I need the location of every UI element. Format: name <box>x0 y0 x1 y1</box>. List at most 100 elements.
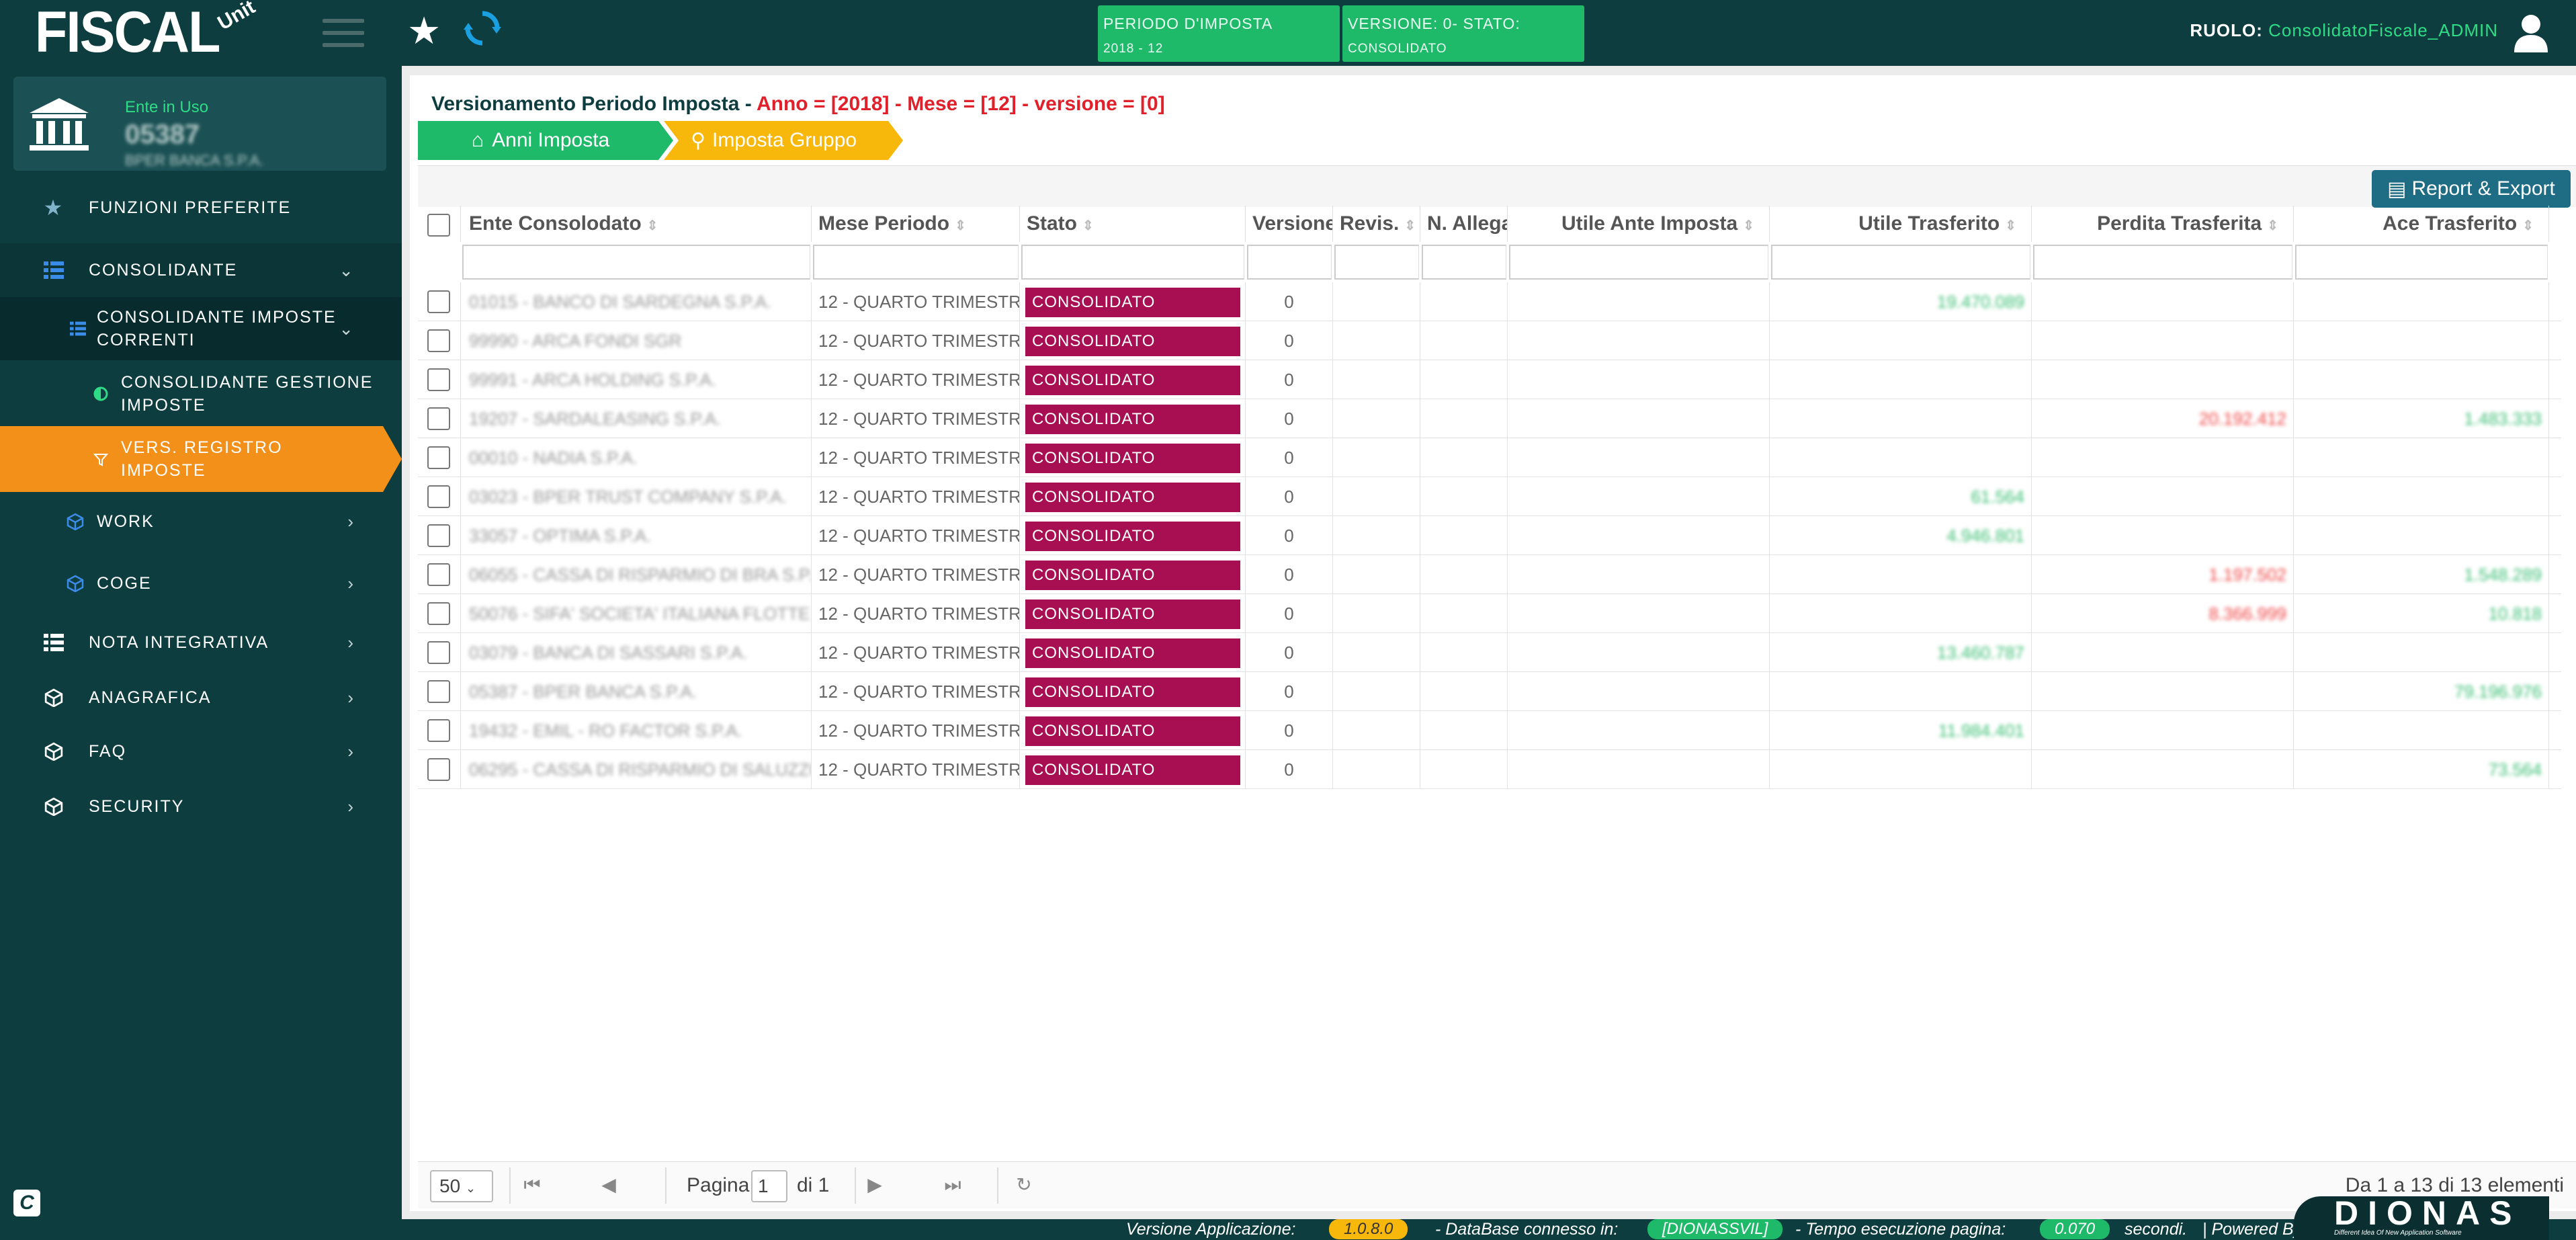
breadcrumb-label: Anni Imposta <box>492 129 610 151</box>
sidebar-item-vers-registro-imposte[interactable]: VERS. REGISTRO IMPOSTE <box>0 426 402 492</box>
row-checkbox[interactable] <box>427 719 450 742</box>
app-logo[interactable]: FISCAL Unit <box>35 0 259 63</box>
cube-icon <box>42 686 66 710</box>
sidebar-item-work[interactable]: WORK › <box>0 500 402 543</box>
table-row[interactable]: 19432 - EMIL - RO FACTOR S.P.A. 12 - QUAR… <box>418 711 2561 750</box>
last-page-icon[interactable]: ⏭ <box>939 1171 966 1198</box>
cell-perdita-trasferita <box>2032 360 2294 399</box>
table-row[interactable]: 03079 - BANCA DI SASSARI S.P.A. 12 - QUAR… <box>418 633 2561 672</box>
first-page-icon[interactable]: ⏮ <box>519 1171 546 1198</box>
filter-input[interactable] <box>1247 245 1332 280</box>
row-checkbox[interactable] <box>427 368 450 391</box>
refresh-icon[interactable] <box>462 8 503 48</box>
cell-utile-trasferito <box>1770 594 2032 633</box>
row-checkbox[interactable] <box>427 485 450 508</box>
table-row[interactable]: 99991 - ARCA HOLDING S.P.A. 12 - QUARTO T… <box>418 360 2561 399</box>
cell-versione: 0 <box>1246 516 1333 555</box>
row-checkbox[interactable] <box>427 524 450 547</box>
favorite-star-icon[interactable]: ★ <box>407 11 447 51</box>
filter-input[interactable] <box>1771 245 2030 280</box>
table-row[interactable]: 06295 - CASSA DI RISPARMIO DI SALUZZO 12 … <box>418 750 2561 789</box>
table-row[interactable]: 00010 - NADIA S.P.A. 12 - QUARTO TRIMESTR… <box>418 438 2561 477</box>
column-header[interactable]: Mese Periodo ⇕ <box>812 206 1020 242</box>
table-row[interactable]: 01015 - BANCO DI SARDEGNA S.P.A. 12 - QUA… <box>418 282 2561 321</box>
sidebar-item-nota-integrativa[interactable]: NOTA INTEGRATIVA › <box>0 621 402 664</box>
filter-input[interactable] <box>813 245 1019 280</box>
cell-ente: 03079 - BANCA DI SASSARI S.P.A. <box>462 633 812 672</box>
sidebar-item-anagrafica[interactable]: ANAGRAFICA › <box>0 676 402 719</box>
table-row[interactable]: 03023 - BPER TRUST COMPANY S.P.A. 12 - QU… <box>418 477 2561 516</box>
next-page-icon[interactable]: ▶ <box>861 1171 888 1198</box>
cell-utile-trasferito: 4.946.801 <box>1770 516 2032 555</box>
filter-input[interactable] <box>1509 245 1768 280</box>
row-checkbox[interactable] <box>427 641 450 664</box>
breadcrumb-imposta-gruppo[interactable]: ⚲ Imposta Gruppo <box>664 121 903 160</box>
sidebar-item-consolidante[interactable]: CONSOLIDANTE ⌄ <box>0 243 402 297</box>
filter-input[interactable] <box>2295 245 2548 280</box>
row-checkbox[interactable] <box>427 290 450 313</box>
filter-input[interactable] <box>1021 245 1244 280</box>
sidebar-item-faq[interactable]: FAQ › <box>0 730 402 773</box>
filter-input[interactable] <box>462 245 810 280</box>
column-header[interactable]: Perdita Trasferita ⇕ <box>2032 206 2294 242</box>
cell-utile-trasferito <box>1770 399 2032 438</box>
menu-toggle-icon[interactable] <box>323 19 364 47</box>
column-header[interactable]: Utile Ante Imposta ⇕ <box>1508 206 1770 242</box>
ente-in-uso-card[interactable]: Ente in Uso 05387 BPER BANCA S.P.A. <box>13 77 386 171</box>
sidebar-item-consolidante-gestione-imposte[interactable]: CONSOLIDANTE GESTIONE IMPOSTE <box>0 362 402 426</box>
table-row[interactable]: 99990 - ARCA FONDI SGR 12 - QUARTO TRIMES… <box>418 321 2561 360</box>
column-header[interactable]: Revis. ⇕ <box>1333 206 1420 242</box>
table-row[interactable]: 19207 - SARDALEASING S.P.A. 12 - QUARTO T… <box>418 399 2561 438</box>
cell-perdita-trasferita <box>2032 633 2294 672</box>
report-export-button[interactable]: ▤ Report & Export <box>2372 170 2571 208</box>
cell-utile-trasferito: 61.564 <box>1770 477 2032 516</box>
cell-ace-trasferito <box>2294 438 2549 477</box>
dionas-logo[interactable]: DIONAS Different Idea Of New Application… <box>2294 1196 2549 1240</box>
table-row[interactable]: 06055 - CASSA DI RISPARMIO DI BRA S.P.A.… <box>418 555 2561 594</box>
user-icon[interactable] <box>2513 13 2549 52</box>
filter-input[interactable] <box>1422 245 1506 280</box>
refresh-grid-icon[interactable]: ↻ <box>1011 1171 1037 1198</box>
prev-page-icon[interactable]: ◀ <box>595 1171 622 1198</box>
cell-utile-trasferito-value: 4.946.801 <box>1946 526 2024 546</box>
cell-versione: 0 <box>1246 750 1333 789</box>
filter-input[interactable] <box>2033 245 2292 280</box>
cell-versione: 0 <box>1246 555 1333 594</box>
page-number-input[interactable]: 1 <box>751 1170 787 1202</box>
cell-versione: 0 <box>1246 477 1333 516</box>
app-c-icon[interactable]: C <box>13 1190 40 1216</box>
page-size-select[interactable]: 50 ⌄ <box>430 1170 493 1202</box>
sidebar-item-funzioni-preferite[interactable]: ★ FUNZIONI PREFERITE <box>0 191 402 224</box>
column-header[interactable]: Stato ⇕ <box>1020 206 1246 242</box>
row-checkbox[interactable] <box>427 758 450 781</box>
table-row[interactable]: 50076 - SIFA' SOCIETA' ITALIANA FLOTTE 12… <box>418 594 2561 633</box>
row-checkbox[interactable] <box>427 329 450 352</box>
chevron-right-icon: › <box>347 741 355 761</box>
row-checkbox[interactable] <box>427 680 450 703</box>
cell-versione-value: 0 <box>1284 370 1294 390</box>
cell-ente: 19432 - EMIL - RO FACTOR S.P.A. <box>462 711 812 750</box>
grid-cell: CONSOLIDATO <box>1020 321 1246 360</box>
cell-versione-value: 0 <box>1284 448 1294 468</box>
row-checkbox[interactable] <box>427 446 450 469</box>
column-header[interactable]: Utile Trasferito ⇕ <box>1770 206 2032 242</box>
breadcrumb-anni-imposta[interactable]: ⌂ Anni Imposta <box>418 121 673 160</box>
row-checkbox[interactable] <box>427 563 450 586</box>
cell-utile-trasferito <box>1770 750 2032 789</box>
table-row[interactable]: 33057 - OPTIMA S.P.A. 12 - QUARTO TRIMEST… <box>418 516 2561 555</box>
select-all-checkbox[interactable] <box>427 214 450 237</box>
sidebar-item-consolidante-imposte-correnti[interactable]: CONSOLIDANTE IMPOSTE CORRENTI ⌄ <box>0 297 402 360</box>
grid-cell: CONSOLIDATO <box>1020 594 1246 633</box>
table-row[interactable]: 05387 - BPER BANCA S.P.A. 12 - QUARTO TRI… <box>418 672 2561 711</box>
cell-versione-value: 0 <box>1284 487 1294 507</box>
row-checkbox[interactable] <box>427 407 450 430</box>
sidebar-item-label: CONSOLIDANTE IMPOSTE CORRENTI <box>97 308 337 349</box>
filter-input[interactable] <box>1334 245 1419 280</box>
column-header[interactable]: Versione <box>1246 206 1333 242</box>
column-header[interactable]: Ente Consolodato ⇕ <box>462 206 812 242</box>
column-header[interactable]: Ace Trasferito ⇕ <box>2294 206 2549 242</box>
sidebar-item-security[interactable]: SECURITY › <box>0 785 402 828</box>
row-checkbox[interactable] <box>427 602 450 625</box>
sidebar-item-coge[interactable]: COGE › <box>0 562 402 605</box>
column-header[interactable]: N. Allegati <box>1420 206 1508 242</box>
